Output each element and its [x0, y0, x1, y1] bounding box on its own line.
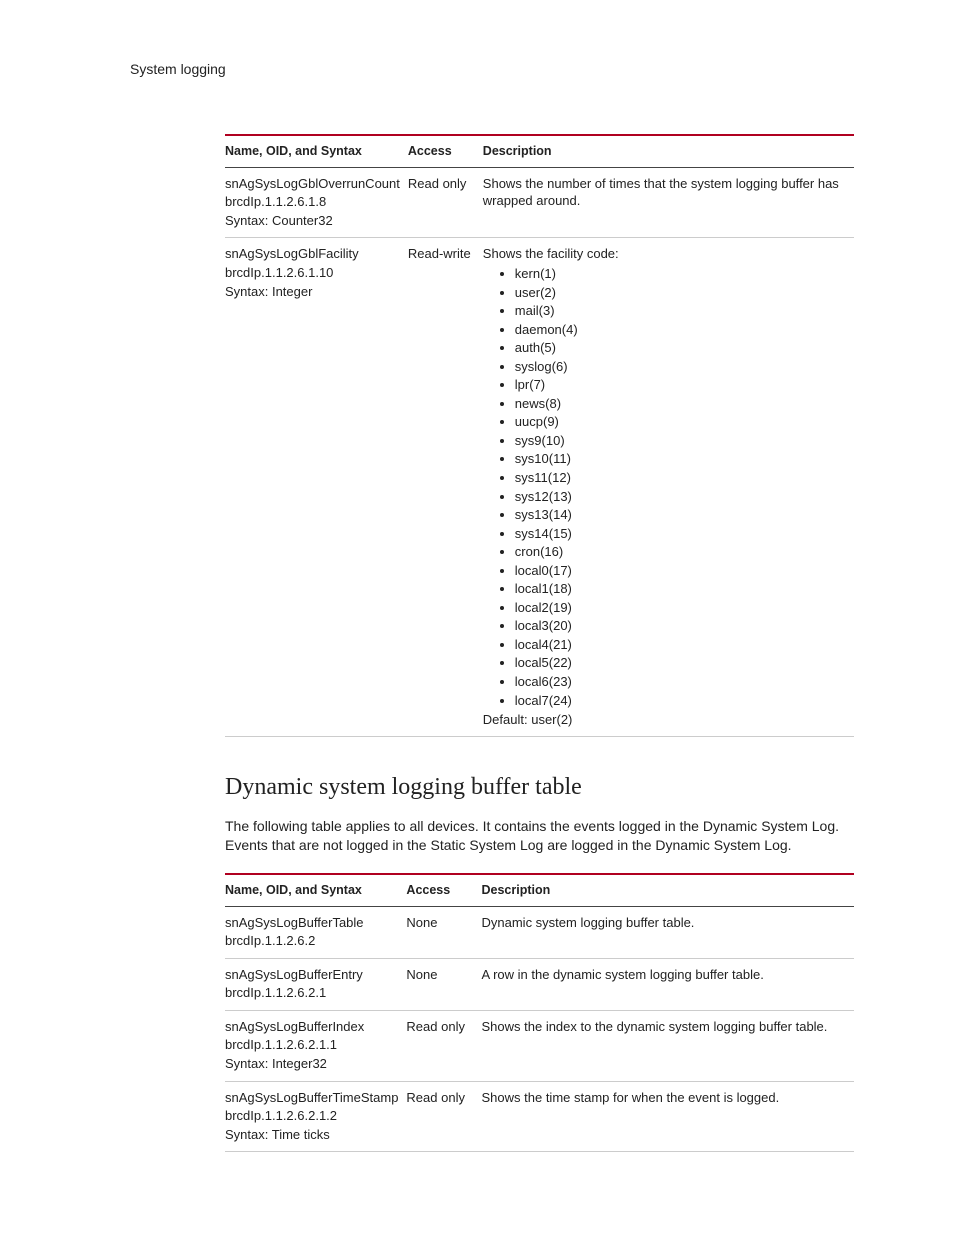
list-item: user(2)	[515, 284, 846, 302]
object-oid: brcdIp.1.1.2.6.1.10	[225, 264, 400, 282]
col-header-desc: Description	[482, 874, 855, 906]
object-oid: brcdIp.1.1.2.6.1.8	[225, 193, 400, 211]
object-oid: brcdIp.1.1.2.6.2.1.1	[225, 1036, 398, 1054]
cell-name: snAgSysLogBufferEntry brcdIp.1.1.2.6.2.1	[225, 958, 406, 1010]
object-oid: brcdIp.1.1.2.6.2.1	[225, 984, 398, 1002]
object-name: snAgSysLogBufferIndex	[225, 1018, 398, 1036]
object-syntax: Syntax: Time ticks	[225, 1126, 398, 1144]
list-item: local3(20)	[515, 617, 846, 635]
object-syntax: Syntax: Integer	[225, 283, 400, 301]
col-header-access: Access	[408, 135, 483, 167]
object-syntax: Syntax: Counter32	[225, 212, 400, 230]
list-item: auth(5)	[515, 339, 846, 357]
table-row: snAgSysLogBufferIndex brcdIp.1.1.2.6.2.1…	[225, 1010, 854, 1081]
list-item: uucp(9)	[515, 413, 846, 431]
cell-name: snAgSysLogBufferIndex brcdIp.1.1.2.6.2.1…	[225, 1010, 406, 1081]
col-header-access: Access	[406, 874, 481, 906]
cell-access: Read-write	[408, 238, 483, 736]
col-header-desc: Description	[483, 135, 854, 167]
list-item: local4(21)	[515, 636, 846, 654]
cell-access: None	[406, 906, 481, 958]
cell-access: Read only	[408, 167, 483, 238]
table-header-row: Name, OID, and Syntax Access Description	[225, 135, 854, 167]
list-item: sys9(10)	[515, 432, 846, 450]
col-header-name: Name, OID, and Syntax	[225, 874, 406, 906]
object-name: snAgSysLogBufferTimeStamp	[225, 1089, 398, 1107]
list-item: daemon(4)	[515, 321, 846, 339]
object-oid: brcdIp.1.1.2.6.2.1.2	[225, 1107, 398, 1125]
list-item: kern(1)	[515, 265, 846, 283]
cell-desc: Dynamic system logging buffer table.	[482, 906, 855, 958]
list-item: local1(18)	[515, 580, 846, 598]
list-item: sys11(12)	[515, 469, 846, 487]
list-item: local2(19)	[515, 599, 846, 617]
table-row: snAgSysLogBufferEntry brcdIp.1.1.2.6.2.1…	[225, 958, 854, 1010]
cell-desc: Shows the facility code: kern(1) user(2)…	[483, 238, 854, 736]
object-name: snAgSysLogGblOverrunCount	[225, 175, 400, 193]
object-syntax: Syntax: Integer32	[225, 1055, 398, 1073]
list-item: cron(16)	[515, 543, 846, 561]
list-item: news(8)	[515, 395, 846, 413]
syslog-buffer-table: Name, OID, and Syntax Access Description…	[225, 873, 854, 1152]
desc-intro: Shows the facility code:	[483, 245, 846, 263]
cell-name: snAgSysLogGblFacility brcdIp.1.1.2.6.1.1…	[225, 238, 408, 736]
table-row: snAgSysLogBufferTimeStamp brcdIp.1.1.2.6…	[225, 1081, 854, 1152]
syslog-global-table: Name, OID, and Syntax Access Description…	[225, 134, 854, 737]
list-item: mail(3)	[515, 302, 846, 320]
cell-desc: Shows the number of times that the syste…	[483, 167, 854, 238]
object-name: snAgSysLogBufferTable	[225, 914, 398, 932]
facility-list: kern(1) user(2) mail(3) daemon(4) auth(5…	[515, 265, 846, 709]
list-item: local0(17)	[515, 562, 846, 580]
list-item: local6(23)	[515, 673, 846, 691]
list-item: sys14(15)	[515, 525, 846, 543]
table-header-row: Name, OID, and Syntax Access Description	[225, 874, 854, 906]
list-item: lpr(7)	[515, 376, 846, 394]
cell-access: Read only	[406, 1010, 481, 1081]
table-row: snAgSysLogGblOverrunCount brcdIp.1.1.2.6…	[225, 167, 854, 238]
cell-access: Read only	[406, 1081, 481, 1152]
page-header: System logging	[130, 60, 854, 79]
list-item: local5(22)	[515, 654, 846, 672]
section-heading: Dynamic system logging buffer table	[225, 771, 854, 803]
cell-name: snAgSysLogBufferTable brcdIp.1.1.2.6.2	[225, 906, 406, 958]
object-name: snAgSysLogGblFacility	[225, 245, 400, 263]
cell-access: None	[406, 958, 481, 1010]
object-oid: brcdIp.1.1.2.6.2	[225, 932, 398, 950]
desc-default: Default: user(2)	[483, 711, 846, 729]
list-item: sys13(14)	[515, 506, 846, 524]
cell-desc: Shows the index to the dynamic system lo…	[482, 1010, 855, 1081]
cell-desc: Shows the time stamp for when the event …	[482, 1081, 855, 1152]
table-row: snAgSysLogGblFacility brcdIp.1.1.2.6.1.1…	[225, 238, 854, 736]
object-name: snAgSysLogBufferEntry	[225, 966, 398, 984]
col-header-name: Name, OID, and Syntax	[225, 135, 408, 167]
cell-name: snAgSysLogGblOverrunCount brcdIp.1.1.2.6…	[225, 167, 408, 238]
section-intro: The following table applies to all devic…	[225, 817, 854, 855]
cell-desc: A row in the dynamic system logging buff…	[482, 958, 855, 1010]
list-item: local7(24)	[515, 692, 846, 710]
list-item: sys12(13)	[515, 488, 846, 506]
cell-name: snAgSysLogBufferTimeStamp brcdIp.1.1.2.6…	[225, 1081, 406, 1152]
table-row: snAgSysLogBufferTable brcdIp.1.1.2.6.2 N…	[225, 906, 854, 958]
list-item: syslog(6)	[515, 358, 846, 376]
list-item: sys10(11)	[515, 450, 846, 468]
